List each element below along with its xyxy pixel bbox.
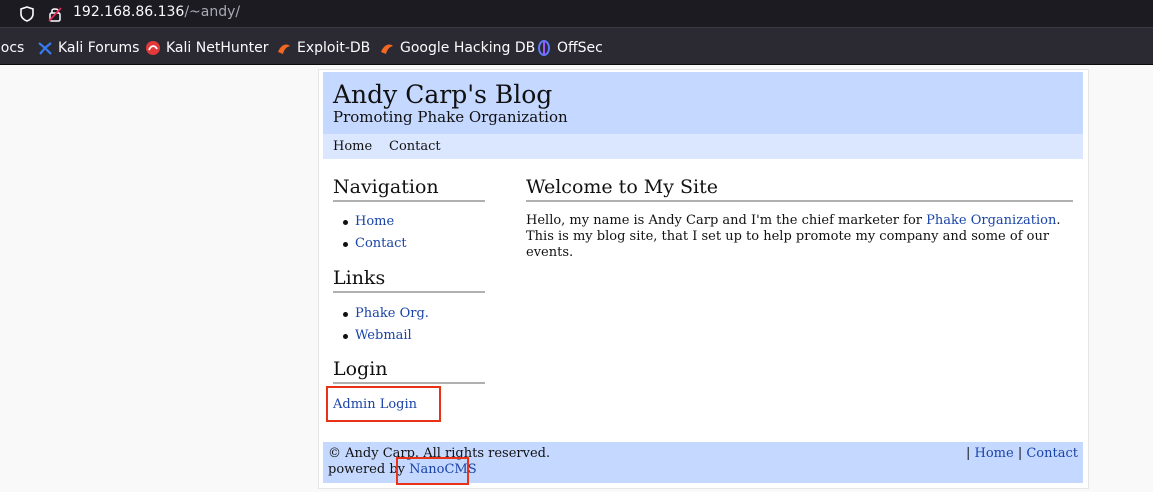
bookmark-offsec[interactable]: OffSec bbox=[536, 39, 603, 57]
bookmarks-toolbar: Docs Kali Forums Kali NetHunter Exploit-… bbox=[0, 30, 1153, 65]
bookmark-label: OffSec bbox=[557, 40, 603, 56]
url-path: /~andy/ bbox=[184, 4, 241, 20]
bookmark-kali-nethunter[interactable]: Kali NetHunter bbox=[145, 39, 268, 57]
sidebar-links-heading: Links bbox=[333, 267, 485, 293]
site-subtitle: Promoting Phake Organization bbox=[333, 108, 568, 126]
google-hacking-db-icon bbox=[379, 40, 395, 56]
blog-page: Andy Carp's Blog Promoting Phake Organiz… bbox=[318, 69, 1089, 489]
list-item: Webmail bbox=[339, 327, 429, 349]
offsec-icon bbox=[536, 40, 552, 56]
bookmark-exploit-db[interactable]: Exploit-DB bbox=[276, 39, 370, 57]
bookmark-label: Google Hacking DB bbox=[400, 40, 536, 56]
sidebar-navigation-list: Home Contact bbox=[339, 213, 407, 257]
bookmark-label: Kali NetHunter bbox=[166, 40, 269, 56]
exploit-db-icon bbox=[276, 40, 292, 56]
admin-login-link[interactable]: Admin Login bbox=[333, 397, 417, 412]
kali-nethunter-icon bbox=[145, 40, 161, 56]
sidebar-contact-link[interactable]: Contact bbox=[355, 236, 407, 251]
list-item: Home bbox=[339, 213, 407, 235]
bookmark-google-hacking-db[interactable]: Google Hacking DB bbox=[379, 39, 535, 57]
bookmark-kali-forums[interactable]: Kali Forums bbox=[37, 39, 139, 57]
footer-home-link[interactable]: Home bbox=[975, 446, 1014, 461]
url-bar[interactable]: 192.168.86.136/~andy/ bbox=[0, 0, 1153, 28]
bookmark-label: Docs bbox=[0, 40, 25, 56]
sidebar-links-list: Phake Org. Webmail bbox=[339, 305, 429, 349]
kali-forums-icon bbox=[37, 40, 53, 56]
site-title: Andy Carp's Blog bbox=[333, 80, 553, 109]
topnav-home-link[interactable]: Home bbox=[333, 139, 372, 154]
footer-separator: | bbox=[965, 446, 971, 461]
url-text[interactable]: 192.168.86.136/~andy/ bbox=[73, 4, 240, 20]
sidebar-navigation-heading: Navigation bbox=[333, 176, 485, 202]
insecure-lock-icon[interactable] bbox=[46, 5, 64, 23]
sidebar-home-link[interactable]: Home bbox=[355, 214, 394, 229]
page-viewport: Andy Carp's Blog Promoting Phake Organiz… bbox=[0, 65, 1153, 492]
site-footer: © Andy Carp. All rights reserved. powere… bbox=[323, 442, 1083, 483]
footer-separator: | bbox=[1017, 446, 1023, 461]
browser-toolbar: 192.168.86.136/~andy/ bbox=[0, 0, 1153, 30]
topnav-contact-link[interactable]: Contact bbox=[389, 139, 441, 154]
footer-powered-by: powered by NanoCMS bbox=[328, 462, 477, 477]
footer-contact-link[interactable]: Contact bbox=[1026, 446, 1078, 461]
sidebar-login-heading: Login bbox=[333, 358, 485, 384]
url-host: 192.168.86.136 bbox=[73, 4, 185, 20]
list-item: Phake Org. bbox=[339, 305, 429, 327]
shield-icon[interactable] bbox=[18, 5, 36, 23]
phake-organization-link[interactable]: Phake Organization bbox=[926, 213, 1056, 228]
main-heading: Welcome to My Site bbox=[526, 176, 1073, 202]
main-paragraph: Hello, my name is Andy Carp and I'm the … bbox=[526, 213, 1074, 261]
powered-by-label: powered by bbox=[328, 462, 410, 477]
webmail-link[interactable]: Webmail bbox=[355, 328, 412, 343]
bookmark-label: Exploit-DB bbox=[297, 40, 371, 56]
footer-copyright: © Andy Carp. All rights reserved. bbox=[328, 446, 551, 461]
bookmark-label: Kali Forums bbox=[58, 40, 140, 56]
main-text-before: Hello, my name is Andy Carp and I'm the … bbox=[526, 213, 927, 228]
site-header: Andy Carp's Blog Promoting Phake Organiz… bbox=[323, 72, 1083, 134]
top-navigation: Home Contact bbox=[323, 134, 1083, 159]
phake-org-link[interactable]: Phake Org. bbox=[355, 306, 429, 321]
list-item: Contact bbox=[339, 235, 407, 257]
footer-links: | Home | Contact bbox=[966, 446, 1078, 461]
nanocms-link[interactable]: NanoCMS bbox=[409, 462, 477, 477]
bookmark-docs[interactable]: Docs bbox=[0, 39, 24, 57]
